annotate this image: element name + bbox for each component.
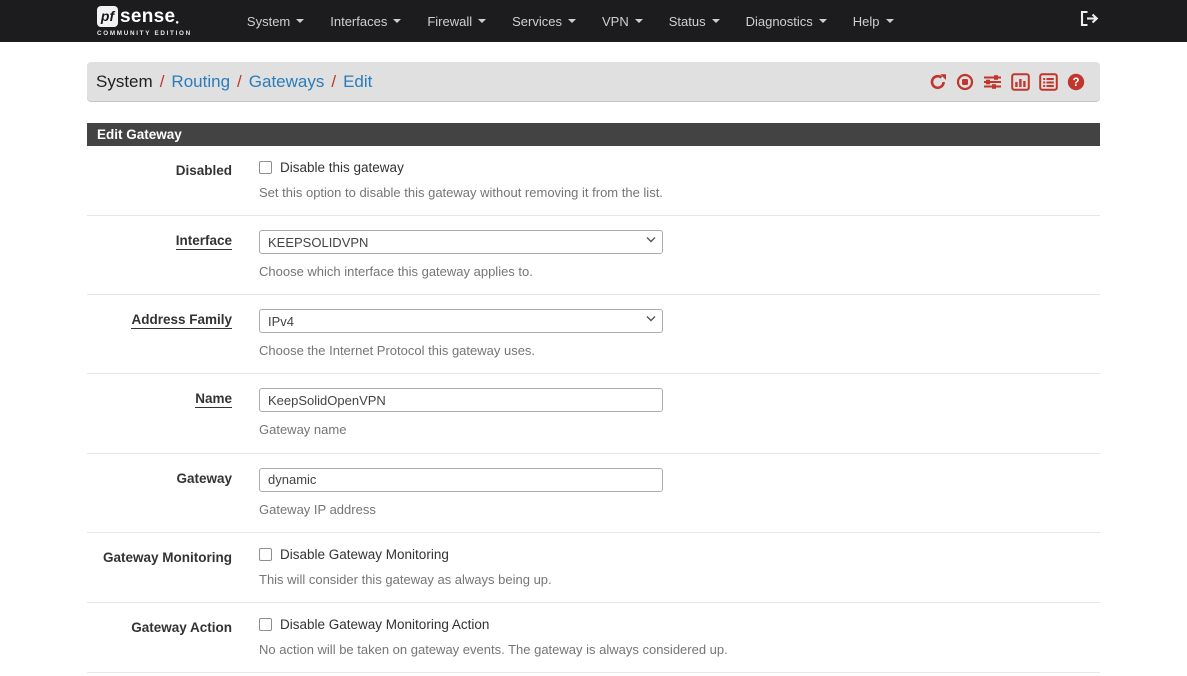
- field-label-gateway: Gateway: [87, 468, 232, 520]
- menu-firewall[interactable]: Firewall: [414, 8, 499, 35]
- log-list-icon[interactable]: [1039, 73, 1058, 91]
- breadcrumb: System / Routing / Gateways / Edit: [96, 72, 372, 92]
- field-label-address-family: Address Family: [87, 309, 232, 361]
- field-label-gateway-monitoring: Gateway Monitoring: [87, 547, 232, 590]
- registered-mark: ●: [175, 20, 179, 26]
- breadcrumb-separator: /: [331, 72, 336, 92]
- form-row-name: Name Gateway name: [87, 374, 1100, 453]
- help-text: Set this option to disable this gateway …: [259, 183, 1090, 203]
- menu-status[interactable]: Status: [656, 8, 733, 35]
- help-text: Gateway IP address: [259, 500, 1090, 520]
- breadcrumb-separator: /: [160, 72, 165, 92]
- menu-interfaces[interactable]: Interfaces: [317, 8, 414, 35]
- pf-logo-box: pf: [97, 6, 118, 27]
- chevron-down-icon: [886, 19, 894, 23]
- field-label-interface: Interface: [87, 230, 232, 282]
- checkbox-label: Disable Gateway Monitoring Action: [280, 617, 489, 632]
- checkbox-label: Disable Gateway Monitoring: [280, 547, 449, 562]
- menu-help[interactable]: Help: [840, 8, 907, 35]
- disable-gateway-checkbox[interactable]: [259, 161, 272, 174]
- menu-services[interactable]: Services: [499, 8, 589, 35]
- help-circle-icon[interactable]: ?: [1067, 73, 1085, 91]
- field-label-gateway-action: Gateway Action: [87, 617, 232, 660]
- chevron-down-icon: [712, 19, 720, 23]
- form-row-disabled: Disabled Disable this gateway Set this o…: [87, 146, 1100, 216]
- form-row-gateway-action: Gateway Action Disable Gateway Monitorin…: [87, 603, 1100, 673]
- name-input[interactable]: [259, 388, 663, 412]
- svg-text:?: ?: [1072, 77, 1079, 89]
- help-text: Gateway name: [259, 420, 1090, 440]
- checkbox-label: Disable this gateway: [280, 160, 404, 175]
- pfsense-logo[interactable]: pf sense ● COMMUNITY EDITION: [97, 6, 192, 37]
- chevron-down-icon: [635, 19, 643, 23]
- sliders-icon[interactable]: [983, 73, 1002, 91]
- breadcrumb-bar: System / Routing / Gateways / Edit: [87, 62, 1100, 101]
- field-label-name: Name: [87, 388, 232, 440]
- help-text: Choose the Internet Protocol this gatewa…: [259, 341, 1090, 361]
- chevron-down-icon: [478, 19, 486, 23]
- breadcrumb-gateways[interactable]: Gateways: [249, 72, 325, 92]
- top-navbar: pf sense ● COMMUNITY EDITION System Inte…: [0, 0, 1187, 42]
- interface-select-wrap: KEEPSOLIDVPN: [259, 230, 663, 254]
- breadcrumb-routing[interactable]: Routing: [171, 72, 230, 92]
- form-row-interface: Interface KEEPSOLIDVPN Choose which inte…: [87, 216, 1100, 295]
- sense-logo-text: sense: [120, 6, 175, 28]
- main-menu: System Interfaces Firewall Services VPN …: [234, 8, 1080, 35]
- field-label-disabled: Disabled: [87, 160, 232, 203]
- chevron-down-icon: [393, 19, 401, 23]
- breadcrumb-separator: /: [237, 72, 242, 92]
- community-edition-label: COMMUNITY EDITION: [97, 30, 192, 37]
- disable-gateway-action-checkbox[interactable]: [259, 618, 272, 631]
- sign-out-icon: [1080, 10, 1099, 32]
- help-text: This will consider this gateway as alway…: [259, 570, 1090, 590]
- breadcrumb-edit[interactable]: Edit: [343, 72, 372, 92]
- help-text: No action will be taken on gateway event…: [259, 640, 1090, 660]
- chevron-down-icon: [296, 19, 304, 23]
- disable-gateway-monitoring-checkbox[interactable]: [259, 548, 272, 561]
- bar-chart-icon[interactable]: [1011, 73, 1030, 91]
- form-row-gateway: Gateway Gateway IP address: [87, 454, 1100, 533]
- gateway-input[interactable]: [259, 468, 663, 492]
- interface-select[interactable]: KEEPSOLIDVPN: [259, 230, 663, 254]
- address-family-select[interactable]: IPv4: [259, 309, 663, 333]
- menu-system[interactable]: System: [234, 8, 317, 35]
- menu-vpn[interactable]: VPN: [589, 8, 656, 35]
- breadcrumb-system: System: [96, 72, 153, 92]
- chevron-down-icon: [568, 19, 576, 23]
- logout-button[interactable]: [1080, 10, 1099, 32]
- form-row-address-family: Address Family IPv4 Choose the Internet …: [87, 295, 1100, 374]
- form-row-gateway-monitoring: Gateway Monitoring Disable Gateway Monit…: [87, 533, 1100, 603]
- refresh-icon[interactable]: [929, 73, 947, 91]
- edit-gateway-panel: Edit Gateway Disabled Disable this gatew…: [87, 123, 1100, 676]
- panel-title: Edit Gateway: [87, 123, 1100, 146]
- menu-diagnostics[interactable]: Diagnostics: [733, 8, 840, 35]
- address-family-select-wrap: IPv4: [259, 309, 663, 333]
- dot-circle-icon[interactable]: [956, 73, 974, 91]
- chevron-down-icon: [819, 19, 827, 23]
- help-text: Choose which interface this gateway appl…: [259, 262, 1090, 282]
